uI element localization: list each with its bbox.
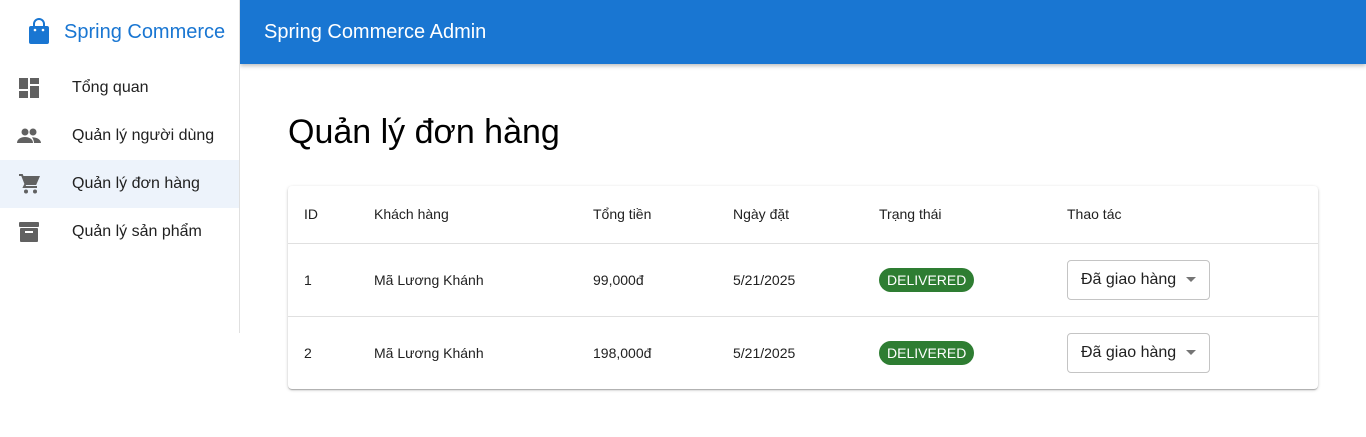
sidebar-nav: Tổng quan Quản lý người dùng Quản lý đơn…: [0, 64, 239, 256]
cell-total: 99,000đ: [577, 243, 717, 317]
table-header-row: ID Khách hàng Tổng tiền Ngày đặt Trạng t…: [288, 186, 1318, 244]
order-status-select-value: Đã giao hàng: [1081, 270, 1177, 288]
sidebar: Spring Commerce Tổng quan Quản lý người …: [0, 0, 240, 333]
sidebar-item-label: Quản lý người dùng: [72, 127, 215, 144]
sidebar-item-orders[interactable]: Quản lý đơn hàng: [0, 160, 239, 208]
cell-status: DELIVERED: [863, 316, 1051, 389]
column-header-customer: Khách hàng: [358, 186, 577, 244]
shopping-bag-icon: [27, 18, 51, 46]
cell-date: 5/21/2025: [717, 243, 863, 317]
sidebar-item-products[interactable]: Quản lý sản phẩm: [0, 208, 239, 256]
status-badge: DELIVERED: [879, 267, 975, 292]
sidebar-item-label: Tổng quan: [72, 79, 149, 96]
sidebar-item-label: Quản lý đơn hàng: [72, 175, 200, 192]
chevron-down-icon: [1186, 350, 1196, 356]
cell-customer: Mã Lương Khánh: [374, 344, 484, 361]
orders-table-card: ID Khách hàng Tổng tiền Ngày đặt Trạng t…: [288, 186, 1318, 389]
order-status-select[interactable]: Đã giao hàng: [1067, 259, 1210, 300]
cell-total: 198,000đ: [593, 344, 652, 361]
sidebar-item-overview[interactable]: Tổng quan: [0, 64, 239, 112]
cell-date: 5/21/2025: [733, 344, 796, 361]
column-header-status: Trạng thái: [863, 186, 1051, 244]
people-icon: [17, 124, 41, 148]
brand[interactable]: Spring Commerce: [0, 0, 239, 64]
sidebar-item-label: Quản lý sản phẩm: [72, 223, 202, 240]
brand-name: Spring Commerce: [64, 20, 226, 43]
cell-status: DELIVERED: [863, 243, 1051, 317]
app-bar: Spring Commerce Admin: [240, 0, 1366, 64]
dashboard-icon: [17, 76, 41, 100]
column-header-date: Ngày đặt: [717, 186, 863, 244]
cell-customer: Mã Lương Khánh: [358, 243, 577, 317]
cell-actions: Đã giao hàng: [1051, 243, 1318, 317]
orders-table: ID Khách hàng Tổng tiền Ngày đặt Trạng t…: [288, 186, 1318, 389]
order-status-select[interactable]: Đã giao hàng: [1067, 332, 1210, 373]
status-badge: DELIVERED: [879, 340, 975, 365]
app-bar-title: Spring Commerce Admin: [264, 20, 487, 43]
main-content: Quản lý đơn hàng ID Khách hàng Tổng tiền…: [288, 64, 1318, 389]
column-header-id: ID: [288, 186, 358, 244]
sidebar-item-users[interactable]: Quản lý người dùng: [0, 112, 239, 160]
cell-actions: Đã giao hàng: [1051, 316, 1318, 389]
cart-icon: [17, 172, 41, 196]
chevron-down-icon: [1186, 277, 1196, 282]
archive-icon: [17, 220, 41, 244]
order-status-select-value: Đã giao hàng: [1081, 343, 1177, 361]
cell-id: 2: [304, 344, 312, 361]
page-title: Quản lý đơn hàng: [288, 113, 560, 151]
column-header-actions: Thao tác: [1051, 186, 1318, 244]
table-row: 1 Mã Lương Khánh 99,000đ 5/21/2025 DELIV…: [288, 243, 1318, 317]
cell-id: 1: [288, 243, 358, 317]
column-header-total: Tổng tiền: [577, 186, 717, 244]
table-row: 2 Mã Lương Khánh 198,000đ 5/21/2025 DELI…: [288, 316, 1318, 389]
